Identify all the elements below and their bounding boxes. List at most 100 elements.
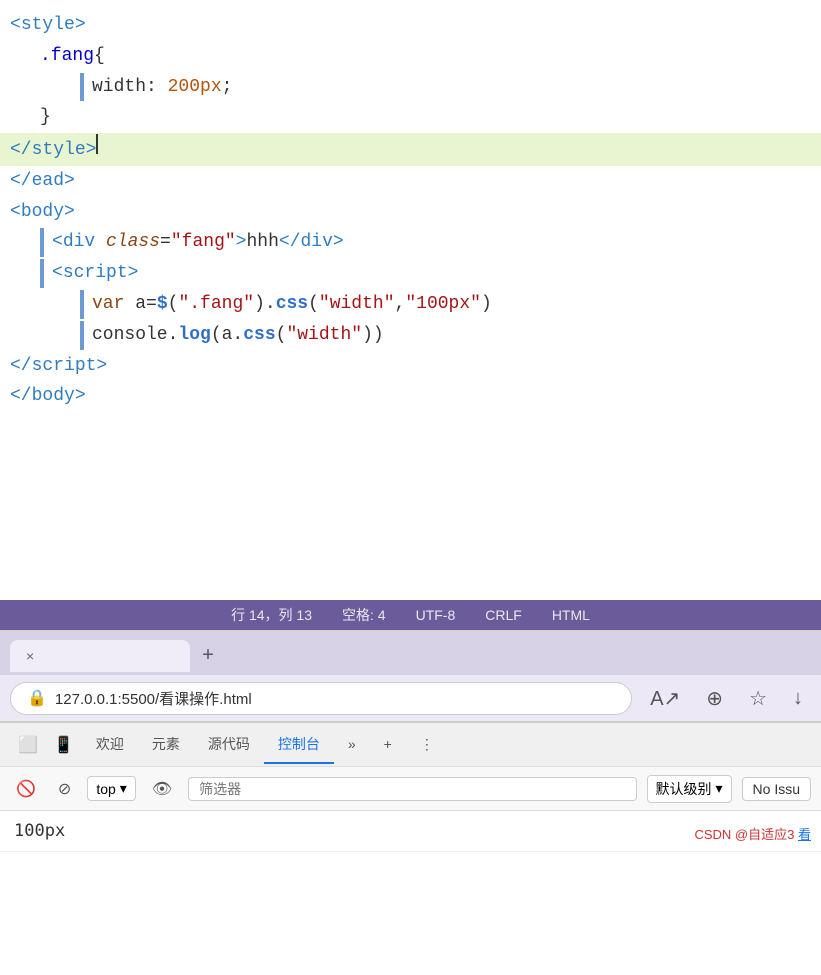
top-context-dropdown-icon: ▾ [120, 780, 127, 797]
new-tab-button[interactable]: + [196, 643, 220, 670]
code-text: a= [135, 290, 157, 319]
js-method: $ [157, 290, 168, 319]
tag-bracket: > [128, 259, 139, 288]
level-dropdown-icon: ▾ [716, 780, 723, 797]
clear-console-button[interactable]: 🚫 [10, 775, 42, 803]
devtools-toolbar: 🚫 ⊘ top ▾ 👁 默认级别 ▾ No Issu [0, 767, 821, 811]
tag-name: body [32, 382, 75, 411]
watermark: CSDN @自适应3 看 [694, 824, 811, 843]
tab-add[interactable]: + [370, 728, 406, 762]
code-line: </ead> [0, 166, 821, 197]
no-issues-button[interactable]: No Issu [742, 777, 811, 801]
tag-bracket: < [52, 228, 63, 257]
tag-bracket: > [236, 228, 247, 257]
code-line-highlighted: </style> [0, 133, 821, 166]
top-context-selector[interactable]: top ▾ [87, 776, 136, 801]
js-method: css [276, 290, 308, 319]
top-context-label: top [96, 781, 115, 797]
tag-bracket: </ [10, 136, 32, 165]
watermark-link[interactable]: 看 [798, 827, 811, 842]
code-text: ( [308, 290, 319, 319]
tag-bracket: > [333, 228, 344, 257]
tag-bracket: </ [10, 167, 32, 196]
code-text: hhh [246, 228, 278, 257]
tag-bracket: < [10, 198, 21, 227]
favorite-button[interactable]: ☆ [741, 682, 775, 715]
tag-bracket: < [10, 11, 21, 40]
tab-more[interactable]: » [334, 728, 370, 762]
devtools-tab-bar: ⬜ 📱 欢迎 元素 源代码 控制台 » + ⋮ [0, 723, 821, 767]
favorite-add-button[interactable]: ⊕ [698, 682, 731, 715]
code-text: )) [362, 321, 384, 350]
css-selector: .fang [40, 42, 94, 71]
code-line: width: 200px; [0, 72, 821, 103]
js-method: css [243, 321, 275, 350]
left-bar-indicator [40, 259, 44, 288]
watermark-text: CSDN @自适应3 [694, 827, 794, 842]
tab-bar: × + [0, 631, 821, 675]
status-line-ending: CRLF [485, 607, 522, 623]
devtools-menu-button[interactable]: ⋮ [406, 728, 448, 763]
tag-bracket: > [96, 352, 107, 381]
code-line: <body> [0, 197, 821, 228]
code-text: , [395, 290, 406, 319]
code-text: = [160, 228, 171, 257]
code-text [95, 228, 106, 257]
tag-name: script [63, 259, 128, 288]
css-property: ; [222, 73, 233, 102]
devtools-panel: ⬜ 📱 欢迎 元素 源代码 控制台 » + ⋮ 🚫 ⊘ top ▾ 👁 默认级别… [0, 721, 821, 852]
js-method: log [178, 321, 210, 350]
tag-name: div [301, 228, 333, 257]
inspect-icon-button[interactable]: ⬜ [10, 727, 46, 763]
js-keyword: var [92, 290, 135, 319]
code-line: } [0, 102, 821, 133]
code-text: ( [276, 321, 287, 350]
device-emulation-button[interactable]: 📱 [46, 727, 82, 763]
download-button[interactable]: ↓ [785, 683, 811, 714]
js-string: "100px" [405, 290, 481, 319]
address-bar-text: 127.0.0.1:5500/看课操作.html [55, 688, 252, 709]
left-bar-indicator [80, 73, 84, 102]
attr-value: "fang" [171, 228, 236, 257]
tab-console[interactable]: 控制台 [264, 726, 334, 764]
console-output-value: 100px [14, 821, 65, 841]
code-line: <script> [0, 258, 821, 289]
tag-bracket: </ [279, 228, 301, 257]
js-string: "width" [286, 321, 362, 350]
tag-bracket: > [64, 198, 75, 227]
tab-elements[interactable]: 元素 [138, 726, 194, 764]
level-label: 默认级别 [656, 779, 712, 799]
status-bar: 行 14，列 13 空格: 4 UTF-8 CRLF HTML [0, 600, 821, 630]
filter-input[interactable] [188, 777, 636, 801]
code-text: console. [92, 321, 178, 350]
console-output-area: 100px CSDN @自适应3 看 [0, 811, 821, 852]
code-text: } [40, 103, 51, 132]
reading-mode-button[interactable]: A↗ [642, 682, 688, 715]
code-line: <style> [0, 10, 821, 41]
css-property: width: [92, 73, 168, 102]
left-bar-indicator [80, 290, 84, 319]
tag-bracket: > [75, 382, 86, 411]
browser-tab-active[interactable]: × [10, 640, 190, 672]
tag-name: div [63, 228, 95, 257]
block-button[interactable]: ⊘ [52, 775, 77, 803]
tag-bracket: > [75, 11, 86, 40]
address-bar[interactable]: 🔒 127.0.0.1:5500/看课操作.html [10, 682, 632, 715]
left-bar-indicator [80, 321, 84, 350]
tab-source[interactable]: 源代码 [194, 726, 264, 764]
address-bar-row: 🔒 127.0.0.1:5500/看课操作.html A↗ ⊕ ☆ ↓ [0, 675, 821, 721]
status-language: HTML [552, 607, 590, 623]
level-selector[interactable]: 默认级别 ▾ [647, 775, 732, 803]
tag-bracket: > [64, 167, 75, 196]
tab-close-button[interactable]: × [22, 646, 38, 666]
js-string: ".fang" [178, 290, 254, 319]
tag-name: body [21, 198, 64, 227]
code-text: (a. [211, 321, 243, 350]
code-editor: <style> .fang{ width: 200px; } </style> … [0, 0, 821, 600]
left-bar-indicator [40, 228, 44, 257]
code-text: { [94, 42, 105, 71]
text-cursor [96, 134, 98, 154]
eye-button[interactable]: 👁 [146, 775, 178, 803]
tab-welcome[interactable]: 欢迎 [82, 726, 138, 764]
tag-name: script [32, 352, 97, 381]
